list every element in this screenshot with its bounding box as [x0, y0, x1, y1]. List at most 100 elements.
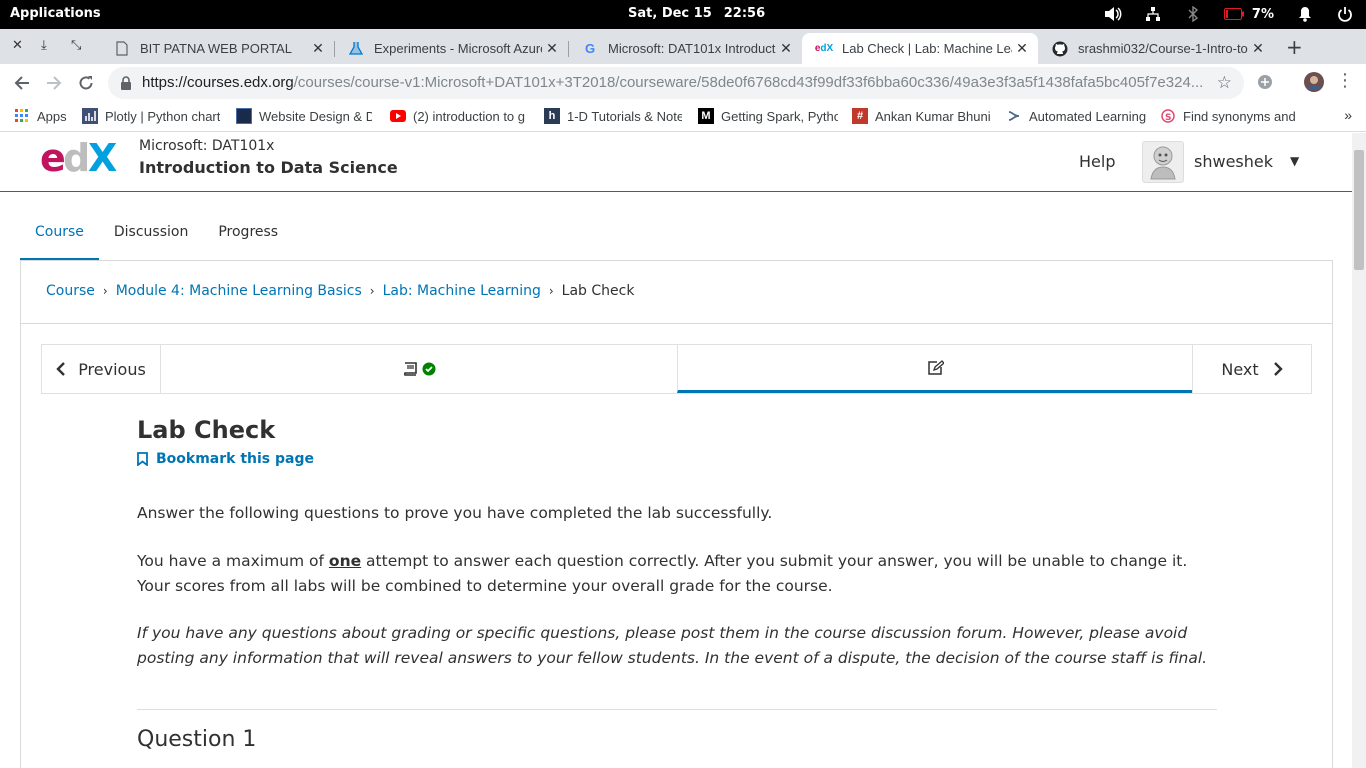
- bookmark-item[interactable]: S Find synonyms and: [1160, 108, 1296, 124]
- tab-close-icon[interactable]: ✕: [776, 40, 796, 57]
- flask-icon: [348, 41, 364, 57]
- apps-grid-icon: [14, 108, 30, 124]
- browser-tab[interactable]: srashmi032/Course-1-Intro-to- ✕: [1038, 33, 1274, 64]
- browser-menu-icon[interactable]: ⋮: [1336, 70, 1354, 91]
- bookmark-item[interactable]: Website Design & D: [236, 108, 372, 124]
- tab-close-icon[interactable]: ✕: [1248, 40, 1268, 57]
- window-restore-icon[interactable]: ⤡: [71, 38, 81, 53]
- bookmark-item[interactable]: h 1-D Tutorials & Note: [544, 108, 682, 124]
- help-link[interactable]: Help: [1079, 152, 1115, 171]
- user-menu[interactable]: shweshek ▼: [1142, 141, 1312, 185]
- disclaimer-paragraph: If you have any questions about grading …: [137, 624, 1208, 667]
- divider: [21, 323, 1332, 324]
- bookmark-item[interactable]: M Getting Spark, Pytho: [698, 108, 838, 124]
- tab-progress[interactable]: Progress: [203, 213, 293, 261]
- browser-tab-strip: ✕ ⤓ ⤡ BIT PATNA WEB PORTAL ✕ Experiments…: [0, 29, 1366, 64]
- back-arrow-icon[interactable]: [11, 72, 33, 94]
- window-close-icon[interactable]: ✕: [12, 38, 23, 53]
- sequence-unit-problem-active[interactable]: [677, 345, 1193, 393]
- url-text: https://courses.edx.org/courses/course-v…: [142, 74, 1202, 91]
- sequence-unit-reading[interactable]: [161, 345, 677, 393]
- attempts-paragraph: You have a maximum of one attempt to ans…: [137, 549, 1217, 599]
- site-header: e d X Microsoft: DAT101x Introduction to…: [0, 133, 1352, 192]
- extension-icon[interactable]: [1256, 73, 1274, 95]
- svg-text:X: X: [88, 137, 117, 177]
- bookmarks-overflow-icon[interactable]: »: [1344, 107, 1352, 123]
- tab-close-icon[interactable]: ✕: [1012, 40, 1032, 57]
- breadcrumb-current: Lab Check: [561, 283, 635, 299]
- time-label: 22:56: [723, 6, 766, 21]
- book-icon: [403, 362, 417, 376]
- previous-button[interactable]: Previous: [42, 345, 161, 393]
- bookmark-item[interactable]: # Ankan Kumar Bhuni: [852, 108, 992, 124]
- next-button[interactable]: Next: [1192, 345, 1311, 393]
- page-scrollbar[interactable]: [1352, 133, 1366, 768]
- window-minimize-icon[interactable]: ⤓: [41, 38, 47, 53]
- battery-icon: [1223, 8, 1244, 20]
- tab-close-icon[interactable]: ✕: [308, 40, 328, 57]
- bookmark-label: Getting Spark, Pytho: [721, 108, 838, 124]
- chevron-right-icon: [1273, 362, 1283, 376]
- bookmark-item[interactable]: Automated Learning: [1006, 108, 1146, 124]
- automl-icon: [1006, 108, 1022, 124]
- browser-tab-active[interactable]: edX Lab Check | Lab: Machine Learning ✕: [802, 33, 1038, 64]
- edx-logo[interactable]: e d X: [40, 136, 120, 181]
- applications-menu[interactable]: Applications: [10, 6, 101, 21]
- plotly-icon: [82, 108, 98, 124]
- page-title: Lab Check: [137, 416, 276, 444]
- date-label: Sat, Dec 15: [628, 6, 712, 21]
- profile-avatar-icon[interactable]: [1303, 71, 1325, 97]
- bookmark-button[interactable]: Bookmark this page: [137, 451, 314, 467]
- system-top-bar: Applications Sat, Dec 15 22:56 7%: [0, 0, 1366, 29]
- bookmark-item[interactable]: (2) introduction to g: [390, 108, 526, 124]
- bookmark-star-icon[interactable]: ☆: [1217, 73, 1232, 93]
- address-bar[interactable]: https://courses.edx.org/courses/course-v…: [108, 67, 1244, 99]
- medium-icon: M: [698, 108, 714, 124]
- battery-indicator[interactable]: 7%: [1223, 7, 1274, 22]
- page-icon: [114, 41, 130, 57]
- system-clock[interactable]: Sat, Dec 15 22:56: [628, 6, 765, 21]
- browser-tab[interactable]: Experiments - Microsoft Azure ✕: [334, 33, 569, 64]
- courseware-container: Course › Module 4: Machine Learning Basi…: [20, 260, 1333, 768]
- network-icon[interactable]: [1144, 5, 1162, 23]
- chevron-right-icon: ›: [548, 284, 554, 298]
- tab-title: Microsoft: DAT101x Introduction: [608, 41, 776, 56]
- chevron-down-icon[interactable]: ▼: [1290, 154, 1299, 168]
- bookmark-label: Plotly | Python chart: [105, 108, 220, 124]
- new-tab-plus-icon[interactable]: +: [1286, 35, 1303, 59]
- instructions-paragraph: Answer the following questions to prove …: [137, 504, 773, 522]
- power-icon[interactable]: [1336, 5, 1354, 23]
- previous-label: Previous: [78, 359, 146, 379]
- breadcrumb-subsection[interactable]: Lab: Machine Learning: [383, 283, 541, 299]
- browser-tab[interactable]: G Microsoft: DAT101x Introduction ✕: [568, 33, 802, 64]
- reload-icon[interactable]: [75, 72, 97, 94]
- svg-text:d: d: [63, 137, 90, 177]
- tab-close-icon[interactable]: ✕: [542, 40, 562, 57]
- notifications-bell-icon[interactable]: [1296, 5, 1314, 23]
- browser-toolbar: https://courses.edx.org/courses/course-v…: [0, 64, 1366, 102]
- breadcrumb-module[interactable]: Module 4: Machine Learning Basics: [116, 283, 362, 299]
- volume-icon[interactable]: [1104, 5, 1122, 23]
- edx-icon: e dX: [814, 43, 834, 54]
- github-icon: [1052, 41, 1068, 57]
- browser-tab[interactable]: BIT PATNA WEB PORTAL ✕: [100, 33, 335, 64]
- h-icon: h: [544, 108, 560, 124]
- breadcrumb-course[interactable]: Course: [46, 283, 95, 299]
- tab-discussion[interactable]: Discussion: [99, 213, 203, 261]
- bluetooth-icon[interactable]: [1184, 5, 1202, 23]
- avatar: [1142, 141, 1184, 183]
- tab-title: Lab Check | Lab: Machine Learning: [842, 41, 1012, 56]
- edit-icon: [928, 360, 944, 375]
- synonym-icon: S: [1160, 108, 1176, 124]
- lock-icon[interactable]: [120, 75, 132, 94]
- bookmark-item[interactable]: Apps: [14, 108, 74, 124]
- tab-title: BIT PATNA WEB PORTAL: [140, 41, 292, 56]
- bookmark-icon: [137, 452, 148, 466]
- next-label: Next: [1221, 359, 1259, 379]
- bookmark-label: Apps: [37, 108, 67, 124]
- url-host: https://courses.edx.org: [142, 74, 294, 91]
- scrollbar-thumb[interactable]: [1354, 150, 1364, 270]
- bookmark-item[interactable]: Plotly | Python chart: [82, 108, 220, 124]
- tab-course[interactable]: Course: [20, 213, 99, 261]
- forward-arrow-icon[interactable]: [43, 72, 65, 94]
